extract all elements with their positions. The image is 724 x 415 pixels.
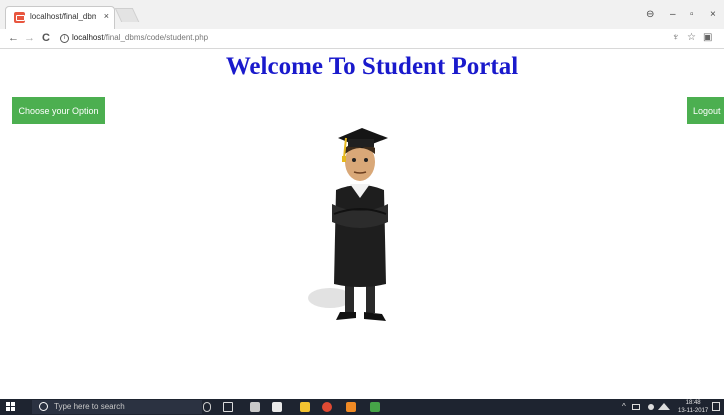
favicon-icon	[14, 12, 25, 23]
tray-network-icon[interactable]	[632, 404, 640, 410]
windows-start-icon[interactable]	[6, 402, 16, 412]
tray-volume-icon[interactable]	[648, 404, 654, 410]
extension-icon[interactable]: ♆	[672, 32, 680, 43]
back-button[interactable]: ←	[8, 32, 19, 44]
bookmark-star-icon[interactable]: ☆	[687, 32, 696, 43]
tray-cloud-icon[interactable]	[658, 403, 670, 410]
chrome-icon[interactable]	[322, 402, 332, 412]
tray-chevron-icon[interactable]: ^	[622, 402, 626, 411]
store-icon[interactable]	[250, 402, 260, 412]
choose-option-button[interactable]: Choose your Option	[12, 97, 105, 124]
taskbar-search-input[interactable]: Type here to search	[32, 400, 202, 414]
os-taskbar: Type here to search ^ 18:48 13-11-2017	[0, 399, 724, 415]
url-input[interactable]: i localhost/final_dbms/code/student.php	[56, 32, 684, 46]
close-window-button[interactable]: ×	[710, 9, 716, 20]
reload-button[interactable]: C	[42, 32, 50, 44]
address-bar-row: ← → C i localhost/final_dbms/code/studen…	[0, 29, 724, 49]
info-icon[interactable]: i	[60, 34, 69, 43]
mail-icon[interactable]	[272, 402, 282, 412]
task-view-icon[interactable]	[223, 402, 233, 412]
page-title: Welcome To Student Portal	[225, 53, 519, 80]
url-text: localhost/final_dbms/code/student.php	[72, 33, 209, 42]
logout-button[interactable]: Logout	[687, 97, 724, 124]
minimize-button[interactable]: –	[670, 9, 676, 20]
file-explorer-icon[interactable]	[300, 402, 310, 412]
taskbar-clock[interactable]: 18:48 13-11-2017	[678, 399, 708, 415]
browser-tab-bar: localhost/final_dbms/co × ⊖ – ▫ ×	[0, 0, 724, 29]
graduate-illustration	[308, 128, 388, 321]
new-tab-button[interactable]	[114, 8, 140, 22]
notification-icon[interactable]	[712, 402, 720, 411]
profile-icon[interactable]: ⊖	[646, 9, 654, 20]
forward-button[interactable]: →	[24, 32, 35, 44]
tab-title: localhost/final_dbms/co	[30, 12, 96, 21]
xampp-icon[interactable]	[346, 402, 356, 412]
microphone-icon[interactable]	[203, 402, 211, 412]
restore-button[interactable]: ▫	[690, 9, 694, 20]
app-icon[interactable]	[370, 402, 380, 412]
search-placeholder: Type here to search	[54, 402, 125, 411]
clock-date: 13-11-2017	[678, 408, 709, 414]
clock-time: 18:48	[685, 400, 701, 406]
search-icon	[39, 402, 48, 411]
tab-close-icon[interactable]: ×	[104, 11, 109, 21]
browser-menu-icon[interactable]: ▣	[703, 32, 712, 43]
browser-tab[interactable]: localhost/final_dbms/co ×	[5, 6, 115, 29]
